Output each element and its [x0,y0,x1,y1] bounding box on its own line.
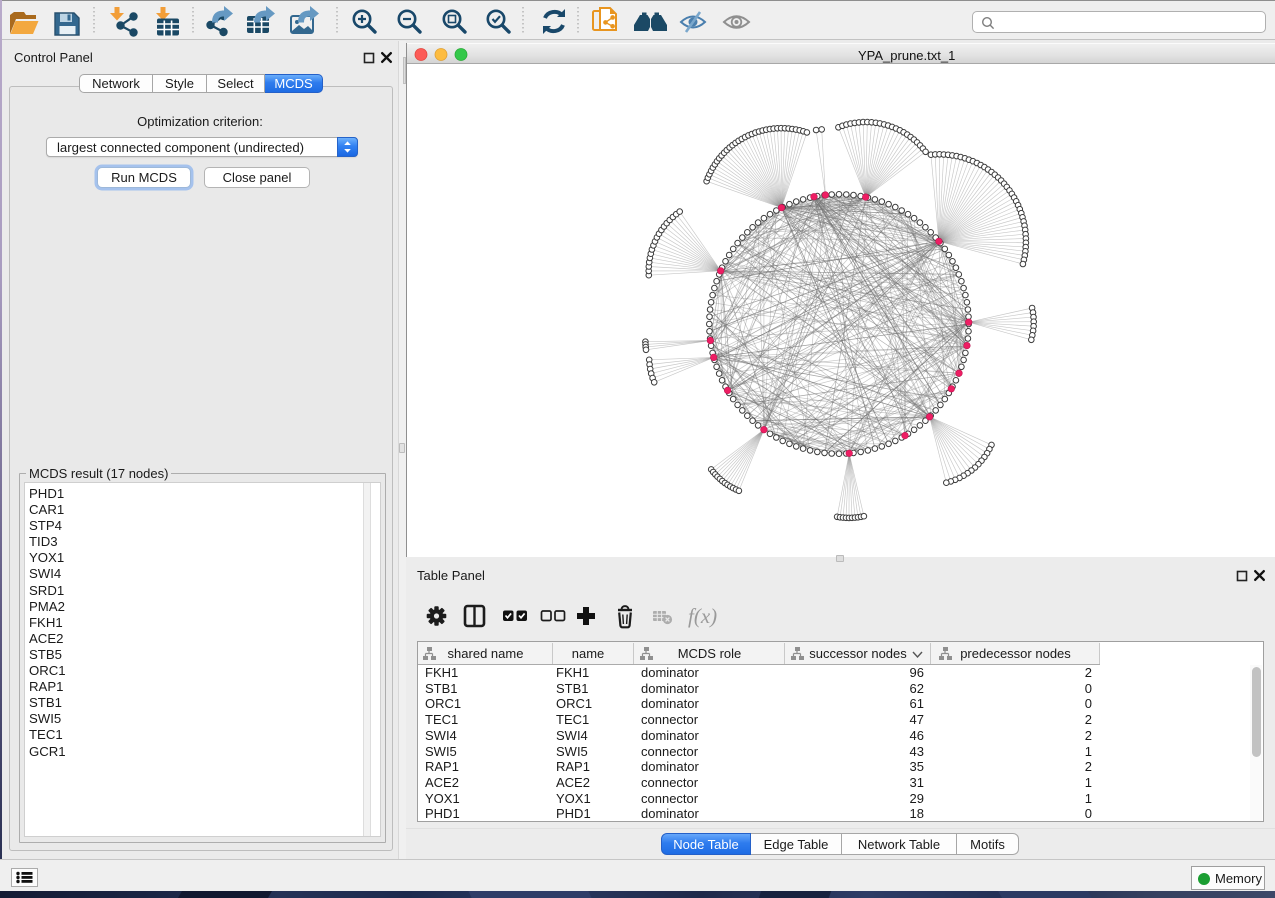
svg-text:f(x): f(x) [688,604,717,628]
